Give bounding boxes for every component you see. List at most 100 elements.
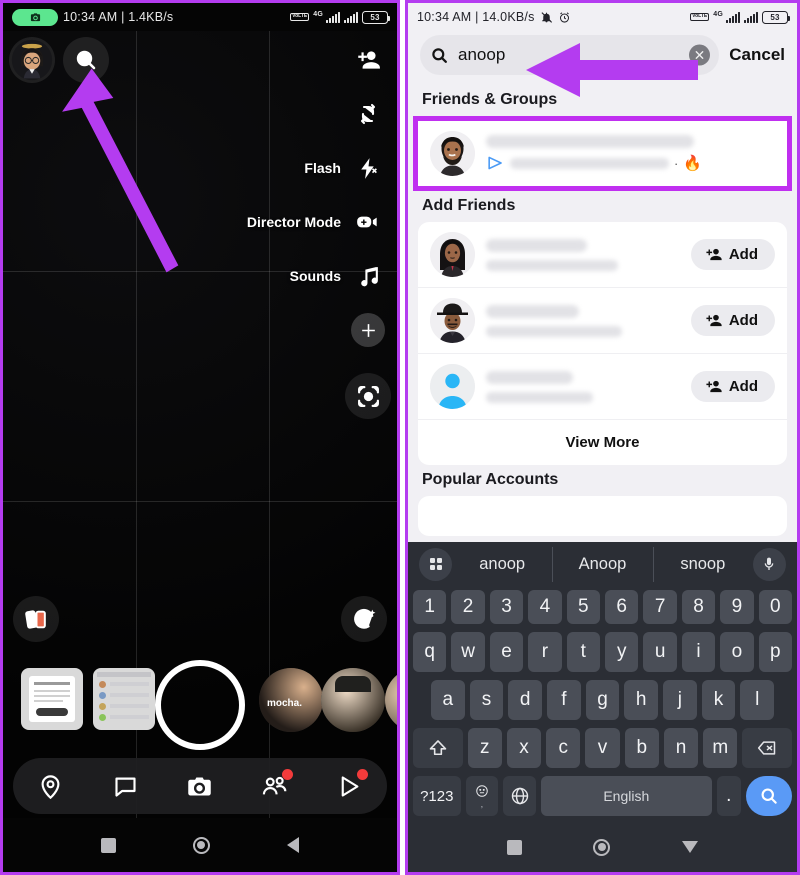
key-e[interactable]: e xyxy=(489,632,524,672)
chat-bubble-icon[interactable] xyxy=(105,766,145,806)
sounds-label: Sounds xyxy=(289,268,341,284)
profile-bitmoji-button[interactable] xyxy=(9,37,55,83)
symbols-button[interactable]: ?123 xyxy=(413,776,461,816)
suggestion-1[interactable]: anoop xyxy=(452,555,552,574)
add-friend-row[interactable]: Add xyxy=(418,353,787,419)
key-i[interactable]: i xyxy=(681,632,716,672)
sounds-music-icon[interactable]: Sounds xyxy=(290,253,391,299)
hidden-username xyxy=(486,325,622,337)
flash-off-icon[interactable]: Flash xyxy=(304,145,391,191)
hide-keyboard-icon[interactable] xyxy=(682,841,699,853)
friend-row-meta: · 🔥 xyxy=(486,154,775,172)
key-j[interactable]: j xyxy=(663,680,697,720)
recents-square-icon[interactable] xyxy=(506,839,522,855)
friends-icon[interactable] xyxy=(255,766,295,806)
lens-thumb-mocha[interactable]: mocha. xyxy=(259,668,323,732)
add-lens-button[interactable] xyxy=(345,307,391,353)
key-d[interactable]: d xyxy=(508,680,542,720)
search-icon[interactable] xyxy=(63,37,109,83)
key-r[interactable]: r xyxy=(528,632,562,672)
key-n[interactable]: n xyxy=(663,728,699,768)
key-x[interactable]: x xyxy=(506,728,542,768)
bell-muted-icon xyxy=(541,11,552,23)
key-3[interactable]: 3 xyxy=(489,590,524,624)
key-z[interactable]: z xyxy=(467,728,502,768)
view-more-button[interactable]: View More xyxy=(418,419,787,465)
camera-viewfinder[interactable]: Flash Director Mode Sounds mocha. xyxy=(3,31,397,872)
key-g[interactable]: g xyxy=(585,680,620,720)
spotlight-play-icon[interactable] xyxy=(330,766,370,806)
search-input[interactable]: anoop xyxy=(420,35,720,75)
keyboard-apps-grid-icon[interactable] xyxy=(419,547,452,581)
recents-square-icon[interactable] xyxy=(101,837,117,853)
language-globe-icon[interactable] xyxy=(503,776,537,816)
popular-accounts-card[interactable] xyxy=(418,496,787,536)
shutter-button[interactable] xyxy=(155,660,245,750)
home-circle-icon[interactable] xyxy=(593,838,611,856)
add-friend-icon[interactable] xyxy=(345,37,391,83)
key-9[interactable]: 9 xyxy=(720,590,754,624)
lens-explore-icon[interactable] xyxy=(341,596,387,642)
key-q[interactable]: q xyxy=(412,632,447,672)
back-triangle-icon[interactable] xyxy=(286,837,299,853)
suggestion-2[interactable]: Anoop xyxy=(552,546,652,582)
key-5[interactable]: 5 xyxy=(566,590,600,624)
scan-icon[interactable] xyxy=(345,373,391,419)
add-friend-row[interactable]: Add xyxy=(418,222,787,287)
microphone-icon[interactable] xyxy=(752,547,786,581)
key-7[interactable]: 7 xyxy=(643,590,677,624)
key-l[interactable]: l xyxy=(740,680,775,720)
key-6[interactable]: 6 xyxy=(605,590,639,624)
emoji-icon[interactable]: , xyxy=(465,776,499,816)
lens-thumb-avatar[interactable] xyxy=(321,668,385,732)
bitmoji-beard-avatar xyxy=(430,131,475,176)
key-y[interactable]: y xyxy=(605,632,639,672)
lens-thumb-memory-1[interactable] xyxy=(21,668,83,730)
key-h[interactable]: h xyxy=(624,680,659,720)
add-button[interactable]: Add xyxy=(690,371,775,402)
key-c[interactable]: c xyxy=(546,728,581,768)
director-mode-icon[interactable]: Director Mode xyxy=(247,199,391,245)
keyboard-row-numbers: 1 2 3 4 5 6 7 8 9 0 xyxy=(411,586,794,628)
key-0[interactable]: 0 xyxy=(758,590,793,624)
space-key[interactable]: English xyxy=(541,776,712,816)
keyboard-row-space: ?123 , English . xyxy=(411,772,794,822)
flip-camera-icon[interactable] xyxy=(345,91,391,137)
key-w[interactable]: w xyxy=(451,632,485,672)
key-b[interactable]: b xyxy=(624,728,659,768)
key-f[interactable]: f xyxy=(547,680,581,720)
home-circle-icon[interactable] xyxy=(192,836,210,854)
camera-icon[interactable] xyxy=(180,766,220,806)
key-2[interactable]: 2 xyxy=(451,590,485,624)
hidden-display-name xyxy=(486,238,587,252)
cancel-button[interactable]: Cancel xyxy=(729,45,785,65)
add-button[interactable]: Add xyxy=(690,239,775,270)
key-s[interactable]: s xyxy=(469,680,504,720)
key-t[interactable]: t xyxy=(566,632,600,672)
shift-up-icon[interactable] xyxy=(412,728,463,768)
key-a[interactable]: a xyxy=(430,680,465,720)
key-p[interactable]: p xyxy=(758,632,793,672)
friend-result-row[interactable]: · 🔥 xyxy=(418,121,787,186)
suggestion-3[interactable]: snoop xyxy=(652,546,753,582)
backspace-icon[interactable] xyxy=(742,728,793,768)
key-m[interactable]: m xyxy=(703,728,738,768)
search-enter-icon[interactable] xyxy=(746,776,792,816)
fire-emoji: 🔥 xyxy=(683,155,702,172)
map-pin-icon[interactable] xyxy=(30,766,70,806)
key-v[interactable]: v xyxy=(585,728,620,768)
clear-x-icon[interactable] xyxy=(689,44,711,66)
key-4[interactable]: 4 xyxy=(528,590,562,624)
key-1[interactable]: 1 xyxy=(412,590,447,624)
memories-cards-icon[interactable] xyxy=(13,596,59,642)
lens-thumb-memory-2[interactable] xyxy=(93,668,155,730)
period-key[interactable]: . xyxy=(716,776,742,816)
key-u[interactable]: u xyxy=(643,632,677,672)
keyboard-row-top: q w e r t y u i o p xyxy=(411,628,794,676)
add-friend-row[interactable]: Add xyxy=(418,287,787,353)
key-8[interactable]: 8 xyxy=(681,590,716,624)
key-k[interactable]: k xyxy=(701,680,736,720)
key-o[interactable]: o xyxy=(720,632,754,672)
add-button[interactable]: Add xyxy=(690,305,775,336)
lens-thumb-next[interactable] xyxy=(385,668,397,732)
